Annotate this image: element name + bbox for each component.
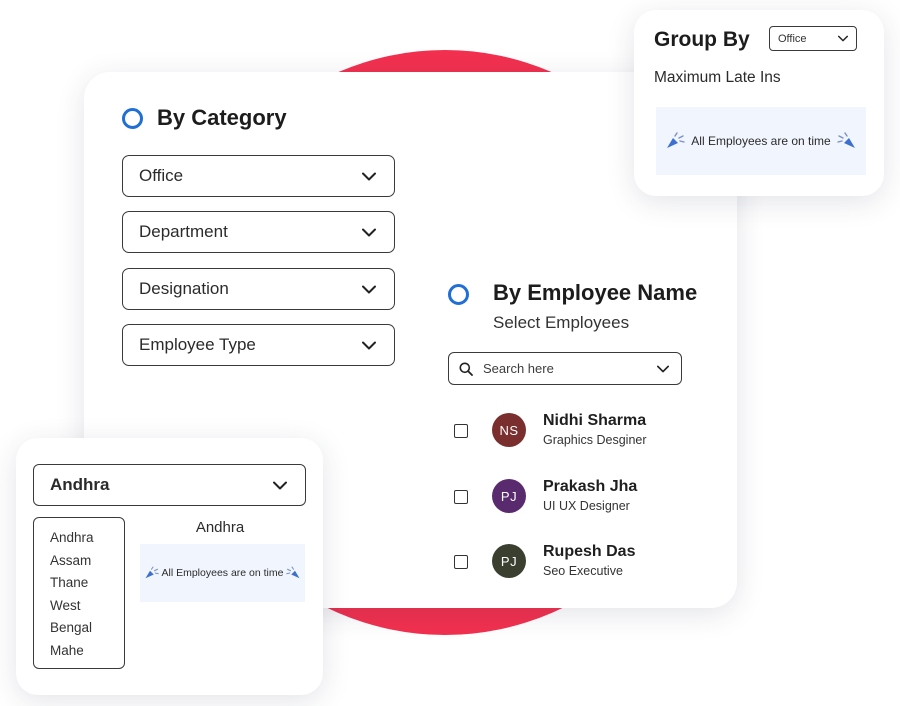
group-by-card: Group By Office Maximum Late Ins All Emp… [634,10,884,196]
on-time-notice-text: All Employees are on time [691,134,831,148]
by-employee-heading: By Employee Name [493,280,698,305]
department-select[interactable]: Department [122,211,395,253]
employee-checkbox[interactable] [454,555,468,569]
employee-checkbox[interactable] [454,490,468,504]
search-input[interactable]: Search here [483,361,657,376]
group-by-select[interactable]: Office [769,26,857,51]
location-select-label: Andhra [50,475,110,494]
employee-role: Seo Executive [543,564,623,578]
location-option[interactable]: Thane [50,572,124,595]
location-notice-text: All Employees are on time [161,567,284,579]
employee-checkbox[interactable] [454,424,468,438]
office-select[interactable]: Office [122,155,395,197]
employee-name: Prakash Jha [543,478,638,495]
chevron-down-icon [362,172,376,180]
avatar: PJ [492,479,526,513]
avatar: NS [492,413,526,447]
by-category-heading: By Category [157,105,287,130]
location-card: Andhra Andhra Assam Thane West Bengal Ma… [16,438,323,695]
location-option[interactable]: Andhra [50,527,124,550]
chevron-down-icon [273,481,287,489]
employee-role: Graphics Desginer [543,433,647,447]
party-popper-icon [837,132,855,148]
group-by-select-label: Office [778,32,807,45]
location-panel-title: Andhra [195,519,245,536]
chevron-down-icon [657,365,669,372]
search-icon [459,362,473,376]
department-select-label: Department [139,222,228,241]
employee-row[interactable]: PJ Rupesh Das Seo Executive [454,542,714,582]
employee-name: Rupesh Das [543,543,636,560]
employee-type-select-label: Employee Type [139,335,256,354]
select-employees-label: Select Employees [493,313,630,332]
designation-select[interactable]: Designation [122,268,395,310]
party-popper-icon [145,566,159,579]
by-employee-radio[interactable] [448,284,469,305]
employee-search[interactable]: Search here [448,352,682,385]
employee-row[interactable]: PJ Prakash Jha UI UX Designer [454,477,714,517]
on-time-notice: All Employees are on time [656,107,866,175]
location-option[interactable]: Assam [50,550,124,573]
location-option[interactable]: West [50,595,124,618]
party-popper-icon [286,566,300,579]
chevron-down-icon [838,35,848,42]
employee-role: UI UX Designer [543,499,630,513]
avatar: PJ [492,544,526,578]
employee-type-select[interactable]: Employee Type [122,324,395,366]
location-option[interactable]: Mahe [50,640,124,663]
employee-name: Nidhi Sharma [543,412,647,429]
chevron-down-icon [362,285,376,293]
employee-row[interactable]: NS Nidhi Sharma Graphics Desginer [454,411,714,451]
group-by-title: Group By [654,28,750,51]
chevron-down-icon [362,341,376,349]
party-popper-icon [667,132,685,148]
location-option[interactable]: Bengal [50,617,124,640]
maximum-late-ins-label: Maximum Late Ins [654,69,781,86]
chevron-down-icon [362,228,376,236]
designation-select-label: Designation [139,279,229,298]
location-on-time-notice: All Employees are on time [140,544,305,602]
location-options-list[interactable]: Andhra Assam Thane West Bengal Mahe [33,517,125,669]
by-category-radio[interactable] [122,108,143,129]
office-select-label: Office [139,166,184,185]
location-select[interactable]: Andhra [33,464,306,506]
